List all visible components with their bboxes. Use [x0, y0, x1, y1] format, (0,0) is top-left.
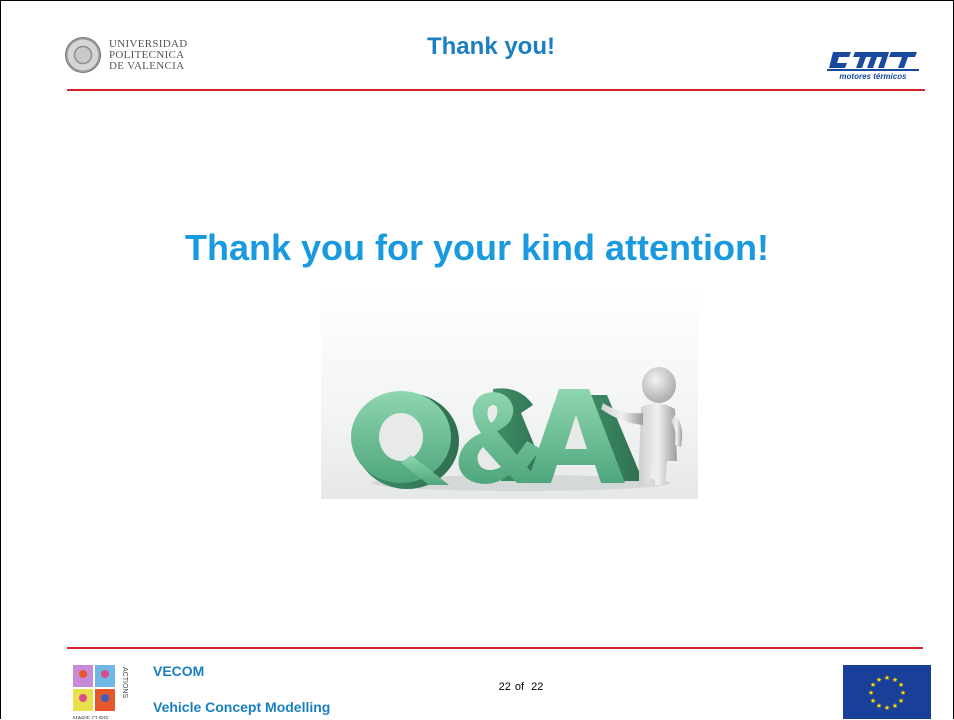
upv-seal-icon [65, 37, 101, 73]
cmt-logo-mark-icon [829, 52, 917, 68]
page-of: of [514, 681, 525, 693]
header-rule [67, 89, 925, 91]
page-current: 22 [498, 681, 511, 693]
svg-text:★: ★ [898, 681, 904, 689]
cmt-logo-bar [827, 69, 919, 71]
project-full-name: Vehicle Concept Modelling [153, 699, 331, 715]
cmt-logo: motores térmicos [827, 51, 923, 91]
svg-text:★: ★ [876, 676, 882, 684]
svg-text:★: ★ [884, 674, 890, 682]
cmt-logo-subtitle: motores térmicos [839, 72, 907, 81]
svg-text:★: ★ [898, 697, 904, 705]
marie-curie-logo-icon: ACTIONS MARIE CURIE [73, 665, 128, 719]
upv-line-1: UNIVERSIDAD [109, 37, 188, 50]
project-acronym: VECOM [153, 663, 205, 679]
svg-text:ACTIONS: ACTIONS [121, 667, 128, 698]
upv-logo-text: UNIVERSIDAD POLITECNICA DE VALENCIA [109, 37, 188, 72]
page-total: 22 [531, 681, 544, 693]
svg-text:★: ★ [870, 697, 876, 705]
marie-curie-actions-logo: ACTIONS MARIE CURIE [73, 665, 137, 719]
upv-line-2: POLITECNICA [109, 48, 185, 61]
footer-rule [67, 647, 923, 649]
qa-illustration [321, 285, 698, 499]
slide: UNIVERSIDAD POLITECNICA DE VALENCIA Than… [0, 0, 954, 719]
upv-logo: UNIVERSIDAD POLITECNICA DE VALENCIA [65, 35, 245, 75]
main-heading: Thank you for your kind attention! [185, 227, 769, 268]
svg-text:★: ★ [900, 689, 906, 697]
page-number: 22 of 22 [441, 681, 601, 693]
eu-flag-icon: ★ ★ ★ ★ ★ ★ ★ ★ ★ ★ ★ ★ [843, 665, 931, 719]
mca-logo-text: MARIE CURIE [73, 716, 109, 719]
svg-text:★: ★ [892, 702, 898, 710]
slide-title: Thank you! [426, 33, 555, 60]
svg-text:★: ★ [884, 704, 890, 712]
eu-flag: ★ ★ ★ ★ ★ ★ ★ ★ ★ ★ ★ ★ [843, 665, 931, 719]
svg-text:★: ★ [868, 689, 874, 697]
svg-text:★: ★ [876, 702, 882, 710]
qa-graphic [351, 367, 683, 491]
upv-line-3: DE VALENCIA [109, 59, 185, 72]
